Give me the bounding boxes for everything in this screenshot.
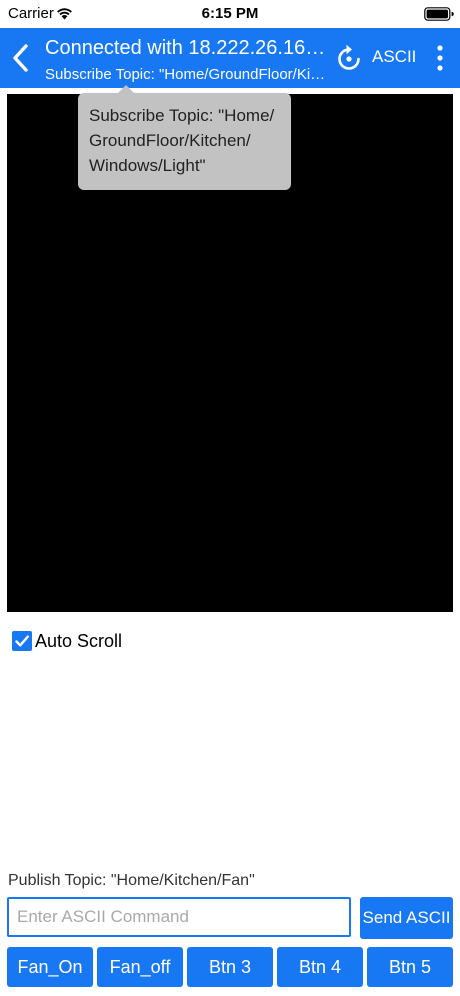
macro-button-3[interactable]: Btn 3 — [187, 947, 273, 987]
connection-title: Connected with 18.222.26.163:1883 — [45, 37, 327, 59]
status-bar: Carrier 6:15 PM — [0, 0, 460, 28]
subscribe-topic-subtitle[interactable]: Subscribe Topic: "Home/GroundFloor/Kitch… — [45, 66, 327, 83]
command-input[interactable] — [7, 897, 351, 937]
battery-icon — [424, 7, 454, 21]
macro-button-fan-on[interactable]: Fan_On — [7, 947, 93, 987]
tooltip-line: Subscribe Topic: "Home/ — [89, 106, 275, 125]
macro-button-4[interactable]: Btn 4 — [277, 947, 363, 987]
refresh-icon[interactable] — [336, 43, 362, 73]
tooltip-line: GroundFloor/Kitchen/ — [89, 131, 251, 150]
chevron-left-icon[interactable] — [8, 40, 34, 76]
macro-button-5[interactable]: Btn 5 — [367, 947, 453, 987]
app-bar: Connected with 18.222.26.163:1883 Subscr… — [0, 28, 460, 88]
auto-scroll-label: Auto Scroll — [35, 630, 123, 651]
send-button[interactable]: Send ASCII — [360, 897, 453, 939]
subscribe-topic-tooltip: Subscribe Topic: "Home/ GroundFloor/Kitc… — [78, 85, 291, 190]
tooltip-line: Windows/Light" — [89, 156, 206, 175]
publish-topic-label: Publish Topic: "Home/Kitchen/Fan" — [8, 872, 255, 889]
macro-button-fan-off[interactable]: Fan_off — [97, 947, 183, 987]
macro-button-row: Fan_On Fan_off Btn 3 Btn 4 Btn 5 — [7, 947, 453, 987]
checkbox-checked-icon[interactable] — [12, 631, 32, 651]
more-vertical-icon[interactable] — [432, 44, 448, 72]
auto-scroll-toggle[interactable]: Auto Scroll — [12, 628, 122, 654]
ascii-mode-button[interactable]: ASCII — [372, 47, 416, 67]
status-time: 6:15 PM — [201, 5, 259, 22]
